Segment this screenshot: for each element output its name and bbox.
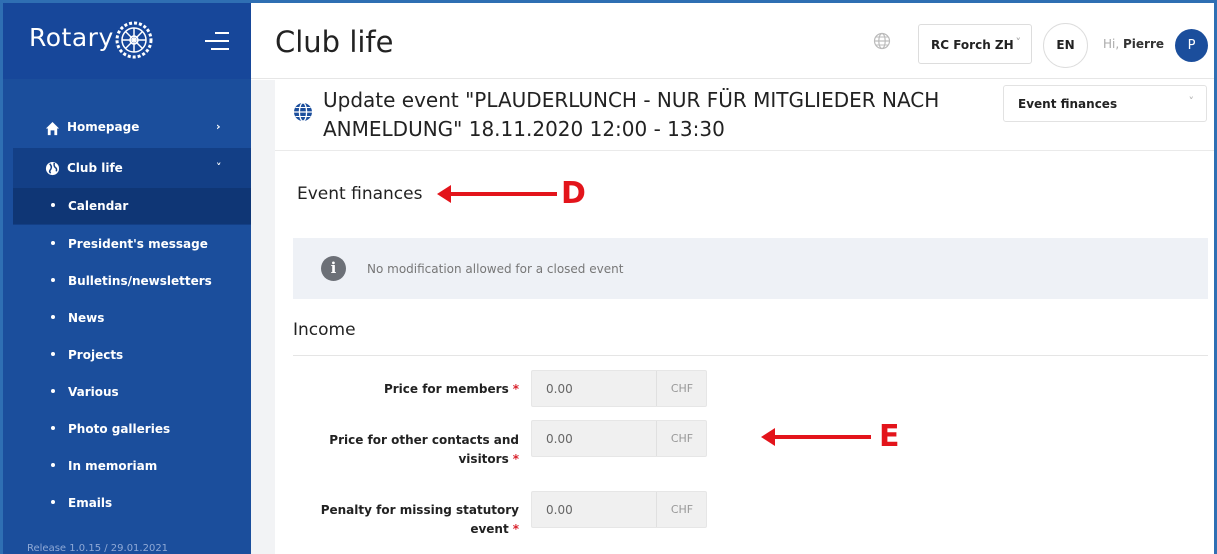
sidebar-subitem-emails[interactable]: Emails [51, 496, 112, 510]
release-version: Release 1.0.15 / 29.01.2021 [27, 543, 169, 554]
income-heading: Income [293, 320, 356, 340]
club-selector[interactable]: RC Forch ZH ˅ [918, 24, 1032, 64]
chevron-down-icon: ˅ [216, 161, 222, 174]
section-title: Event finances [297, 184, 423, 204]
avatar[interactable]: P [1175, 29, 1208, 62]
sidebar-subitem-calendar[interactable]: Calendar [51, 199, 128, 213]
event-title: Update event "PLAUDERLUNCH - NUR FÜR MIT… [323, 88, 940, 141]
sidebar-subitem-presidents-message[interactable]: President's message [51, 237, 208, 251]
sidebar-item-label: Club life [67, 161, 123, 175]
input-value: 0.00 [546, 503, 573, 517]
field-label-price-others: Price for other contacts and visitors * [329, 433, 519, 466]
app-window: Rotary Homepage › Club life ˅ Calendar P… [0, 0, 1217, 554]
required-marker: * [512, 382, 519, 396]
info-alert: i No modification allowed for a closed e… [293, 238, 1208, 299]
currency-addon: CHF [656, 421, 707, 456]
sidebar-subitem-in-memoriam[interactable]: In memoriam [51, 459, 157, 473]
sidebar-item-label: Homepage [67, 120, 140, 134]
price-others-input[interactable]: 0.00 CHF [531, 420, 707, 457]
field-label-price-members: Price for members * [383, 382, 519, 396]
sidebar-subitem-news[interactable]: News [51, 311, 104, 325]
annotation-arrow-e [761, 428, 871, 446]
input-value: 0.00 [546, 432, 573, 446]
event-card: Update event "PLAUDERLUNCH - NUR FÜR MIT… [275, 80, 1214, 554]
menu-toggle-icon[interactable] [201, 29, 229, 53]
currency-addon: CHF [656, 492, 707, 527]
annotation-label-d: D [561, 176, 586, 211]
globe-icon [45, 161, 60, 176]
field-label-penalty: Penalty for missing statutory event * [320, 503, 519, 536]
user-name: Pierre [1123, 37, 1165, 51]
chevron-down-icon: ˅ [1188, 95, 1195, 108]
divider [293, 355, 1208, 356]
currency-addon: CHF [656, 371, 707, 406]
annotation-arrow-d [437, 185, 557, 203]
club-selector-value: RC Forch ZH [931, 38, 1014, 52]
page-title: Club life [275, 25, 394, 59]
user-greeting: Hi, Pierre [1103, 37, 1165, 51]
sidebar-subitem-bulletins[interactable]: Bulletins/newsletters [51, 274, 212, 288]
event-header: Update event "PLAUDERLUNCH - NUR FÜR MIT… [275, 80, 1214, 151]
input-value: 0.00 [546, 382, 573, 396]
rotary-logo-text: Rotary [29, 23, 114, 52]
info-icon: i [321, 256, 346, 281]
calendar-highlight [13, 188, 251, 224]
required-marker: * [512, 522, 519, 536]
main-content: Update event "PLAUDERLUNCH - NUR FÜR MIT… [251, 80, 1214, 554]
required-marker: * [512, 452, 519, 466]
penalty-input[interactable]: 0.00 CHF [531, 491, 707, 528]
rotary-wheel-icon [115, 21, 153, 59]
globe-icon[interactable] [873, 32, 891, 50]
language-selector[interactable]: EN [1043, 23, 1088, 68]
sidebar-subitem-projects[interactable]: Projects [51, 348, 123, 362]
chevron-down-icon: ˅ [1015, 36, 1022, 49]
top-header: Club life RC Forch ZH ˅ EN Hi, Pierre P [251, 3, 1214, 79]
home-icon [45, 121, 60, 136]
sidebar-header: Rotary [3, 3, 251, 79]
section-dropdown[interactable]: Event finances ˅ [1003, 85, 1207, 122]
section-dropdown-value: Event finances [1018, 97, 1118, 111]
chevron-right-icon: › [216, 120, 221, 133]
sidebar-subitem-photo-galleries[interactable]: Photo galleries [51, 422, 170, 436]
globe-icon [294, 102, 312, 122]
price-members-input[interactable]: 0.00 CHF [531, 370, 707, 407]
sidebar-subitem-various[interactable]: Various [51, 385, 119, 399]
sidebar: Rotary Homepage › Club life ˅ Calendar P… [3, 3, 251, 554]
annotation-label-e: E [879, 419, 900, 454]
info-message: No modification allowed for a closed eve… [367, 262, 624, 276]
